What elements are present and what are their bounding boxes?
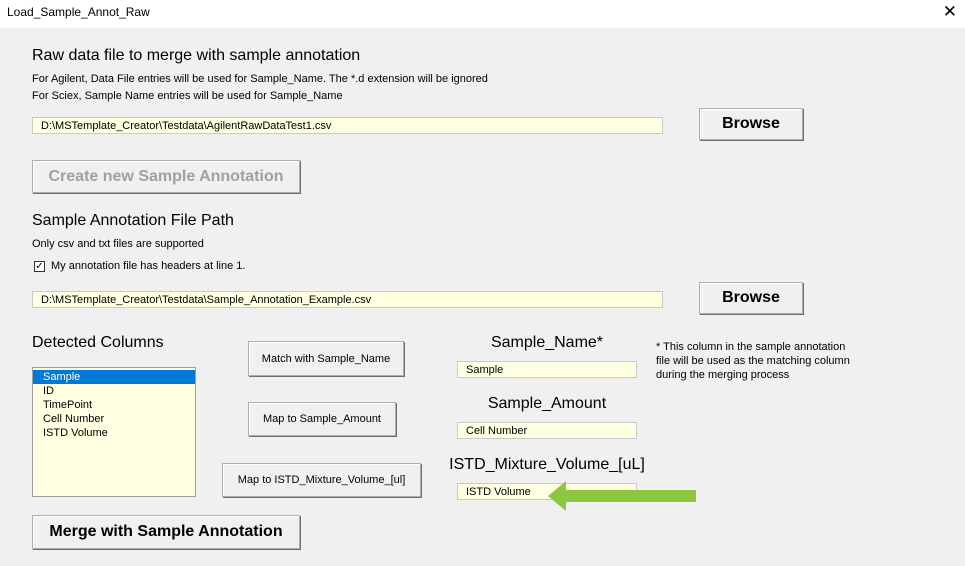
headers-checkbox[interactable]: ✓ [34,261,45,272]
headers-checkbox-label[interactable]: My annotation file has headers at line 1… [51,260,245,272]
map-istd-volume-label: Map to ISTD_Mixture_Volume_[ul] [237,474,406,486]
list-item[interactable]: ISTD Volume [33,426,195,440]
merge-button[interactable]: Merge with Sample Annotation [32,515,300,549]
annotation-path-field[interactable]: D:\MSTemplate_Creator\Testdata\Sample_An… [32,291,663,308]
annotation-browse-button[interactable]: Browse [699,282,803,314]
annotation-browse-label: Browse [722,289,780,306]
match-sample-name-label: Match with Sample_Name [261,352,391,365]
annotation-path-heading: Sample Annotation File Path [32,212,234,229]
close-icon[interactable]: ✕ [943,2,957,22]
title-bar: Load_Sample_Annot_Raw ✕ [0,0,965,28]
sample-name-heading: Sample_Name* [490,334,604,351]
detected-columns-list[interactable]: Sample ID TimePoint Cell Number ISTD Volume [32,367,196,497]
match-sample-name-button[interactable]: Match with Sample_Name [248,341,404,376]
dialog-window: Load_Sample_Annot_Raw ✕ Raw data file to… [0,0,965,566]
map-sample-amount-button[interactable]: Map to Sample_Amount [248,402,396,436]
annotation-note: Only csv and txt files are supported [32,238,204,250]
highlight-arrow-icon [548,481,696,511]
raw-data-heading: Raw data file to merge with sample annot… [32,47,361,64]
raw-data-path-field[interactable]: D:\MSTemplate_Creator\Testdata\AgilentRa… [32,117,663,134]
footnote-line-1: * This column in the sample annotation [656,341,846,353]
footnote-line-3: during the merging process [656,369,790,381]
map-sample-amount-label: Map to Sample_Amount [262,413,381,425]
list-item[interactable]: TimePoint [33,398,195,412]
merge-label: Merge with Sample Annotation [49,523,283,540]
raw-browse-button[interactable]: Browse [699,108,803,140]
window-title: Load_Sample_Annot_Raw [7,5,150,19]
footnote-line-2: file will be used as the matching column [656,355,850,367]
detected-columns-heading: Detected Columns [32,334,164,351]
istd-volume-heading: ISTD_Mixture_Volume_[uL] [449,456,645,473]
raw-browse-label: Browse [722,115,780,132]
map-istd-volume-button[interactable]: Map to ISTD_Mixture_Volume_[ul] [222,463,421,497]
sample-amount-heading: Sample_Amount [487,395,607,412]
create-annotation-button[interactable]: Create new Sample Annotation [32,160,300,193]
list-item[interactable]: Cell Number [33,412,195,426]
sample-name-field[interactable]: Sample [457,361,637,378]
create-annotation-label: Create new Sample Annotation [48,167,284,185]
sample-amount-field[interactable]: Cell Number [457,422,637,439]
list-item[interactable]: Sample [33,370,195,384]
raw-data-note-agilent: For Agilent, Data File entries will be u… [32,73,488,85]
raw-data-note-sciex: For Sciex, Sample Name entries will be u… [32,90,343,102]
list-item[interactable]: ID [33,384,195,398]
